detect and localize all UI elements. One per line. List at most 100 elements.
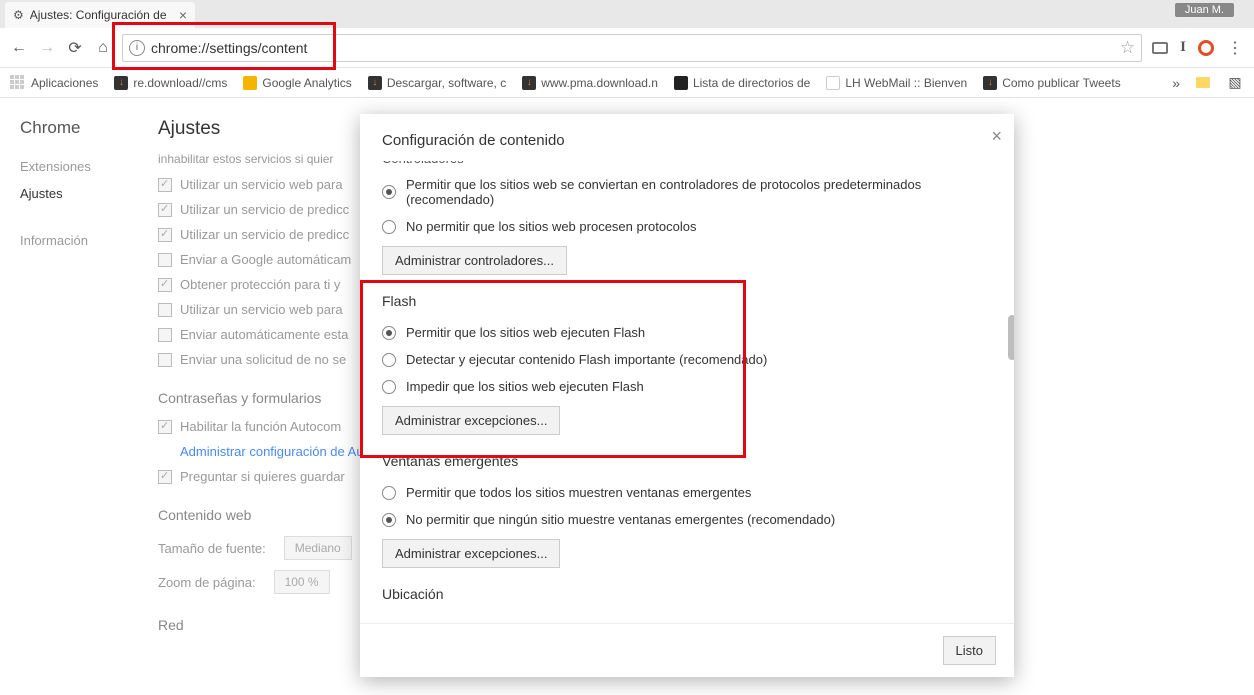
bookmarks-overflow-icon[interactable]: »	[1172, 75, 1180, 91]
brand-title: Chrome	[20, 118, 140, 138]
favicon-icon: ↓	[368, 76, 382, 90]
bookmark-label: Google Analytics	[262, 76, 351, 90]
favicon-icon: ↓	[522, 76, 536, 90]
close-tab-icon[interactable]: ×	[179, 8, 187, 22]
manage-handlers-button[interactable]: Administrar controladores...	[382, 246, 567, 275]
opera-icon[interactable]	[1198, 40, 1214, 56]
bookmark-label: re.download//cms	[133, 76, 227, 90]
gear-icon: ⚙	[13, 8, 24, 22]
sidebar-item-extensions[interactable]: Extensiones	[20, 153, 140, 180]
link-label: Administrar configuración de Aut	[180, 444, 367, 459]
zoom-select[interactable]: 100 %	[274, 570, 330, 594]
toolbar-right: I ⋮	[1152, 39, 1244, 57]
modal-title: Configuración de contenido	[382, 132, 565, 149]
apps-icon	[10, 75, 26, 91]
bookmark-label: Descargar, software, c	[387, 76, 506, 90]
font-label: Tamaño de fuente:	[158, 541, 266, 556]
radio-icon[interactable]	[382, 380, 396, 394]
bookmarks-folder-icon[interactable]	[1196, 77, 1210, 88]
radio-icon[interactable]	[382, 185, 396, 199]
apps-shortcut[interactable]: Aplicaciones	[10, 75, 98, 91]
done-button[interactable]: Listo	[943, 636, 996, 665]
checkbox-icon[interactable]	[158, 228, 172, 242]
radio-label: Permitir que todos los sitios muestren v…	[406, 485, 751, 500]
url-input[interactable]	[151, 40, 1114, 56]
checkbox-icon[interactable]	[158, 253, 172, 267]
bookmark-item[interactable]: LH WebMail :: Bienven	[826, 76, 967, 90]
handlers-allow-option[interactable]: Permitir que los sitios web se convierta…	[382, 171, 992, 213]
address-bar[interactable]: i ☆	[122, 34, 1142, 62]
option-label: Obtener protección para ti y	[180, 277, 340, 292]
browser-tab[interactable]: ⚙ Ajustes: Configuración de ×	[5, 2, 195, 28]
flash-block-option[interactable]: Impedir que los sitios web ejecuten Flas…	[382, 373, 992, 400]
bookmark-item[interactable]: ↓www.pma.download.n	[522, 76, 658, 90]
option-label: Habilitar la función Autocom	[180, 419, 341, 434]
bookmark-item[interactable]: ↓ Descargar, software, c	[368, 76, 506, 90]
bookmark-star-icon[interactable]: ☆	[1120, 38, 1135, 58]
handlers-deny-option[interactable]: No permitir que los sitios web procesen …	[382, 213, 992, 240]
radio-label: Detectar y ejecutar contenido Flash impo…	[406, 352, 767, 367]
checkbox-icon[interactable]	[158, 328, 172, 342]
option-label: Enviar automáticamente esta	[180, 327, 348, 342]
reload-button[interactable]: ⟳	[66, 39, 84, 57]
bookmark-item[interactable]: Lista de directorios de	[674, 76, 810, 90]
radio-icon[interactable]	[382, 513, 396, 527]
radio-icon[interactable]	[382, 326, 396, 340]
toolbar: ← → ⟳ ⌂ i ☆ I ⋮	[0, 28, 1254, 68]
radio-label: No permitir que los sitios web procesen …	[406, 219, 696, 234]
sidebar-item-about[interactable]: Información	[20, 227, 140, 254]
popups-title: Ventanas emergentes	[382, 453, 992, 469]
option-label: Enviar una solicitud de no se	[180, 352, 346, 367]
bookmarks-bar: Aplicaciones ↓re.download//cms Google An…	[0, 68, 1254, 98]
checkbox-icon[interactable]	[158, 353, 172, 367]
back-button[interactable]: ←	[10, 39, 28, 57]
favicon-icon	[243, 76, 257, 90]
checkbox-icon[interactable]	[158, 470, 172, 484]
font-select[interactable]: Mediano	[284, 536, 352, 560]
checkbox-icon[interactable]	[158, 278, 172, 292]
radio-icon[interactable]	[382, 220, 396, 234]
checkbox-icon[interactable]	[158, 303, 172, 317]
option-label: Utilizar un servicio de predicc	[180, 227, 349, 242]
radio-label: Impedir que los sitios web ejecuten Flas…	[406, 379, 644, 394]
home-button[interactable]: ⌂	[94, 39, 112, 57]
site-info-icon[interactable]: i	[129, 40, 145, 56]
sidebar-item-settings[interactable]: Ajustes	[20, 180, 140, 207]
manage-flash-exceptions-button[interactable]: Administrar excepciones...	[382, 406, 560, 435]
scrollbar-thumb[interactable]	[1008, 315, 1014, 360]
popups-allow-option[interactable]: Permitir que todos los sitios muestren v…	[382, 479, 992, 506]
bookmark-item[interactable]: ↓re.download//cms	[114, 76, 227, 90]
apps-label: Aplicaciones	[31, 76, 98, 90]
flash-detect-option[interactable]: Detectar y ejecutar contenido Flash impo…	[382, 346, 992, 373]
settings-sidebar: Chrome Extensiones Ajustes Información	[0, 98, 140, 695]
feed-icon[interactable]: ▧	[1226, 74, 1244, 92]
radio-icon[interactable]	[382, 353, 396, 367]
close-modal-icon[interactable]: ×	[991, 126, 1002, 147]
handlers-title-cut: Controladores	[382, 161, 464, 166]
checkbox-icon[interactable]	[158, 203, 172, 217]
extension-i-icon[interactable]: I	[1180, 39, 1186, 56]
cast-icon[interactable]	[1152, 42, 1168, 54]
content-settings-modal: Configuración de contenido × Controlador…	[360, 114, 1014, 677]
bookmark-item[interactable]: ↓Como publicar Tweets	[983, 76, 1121, 90]
option-label: Utilizar un servicio de predicc	[180, 202, 349, 217]
checkbox-icon[interactable]	[158, 420, 172, 434]
flash-allow-option[interactable]: Permitir que los sitios web ejecuten Fla…	[382, 319, 992, 346]
popups-block-option[interactable]: No permitir que ningún sitio muestre ven…	[382, 506, 992, 533]
zoom-label: Zoom de página:	[158, 575, 256, 590]
profile-badge[interactable]: Juan M.	[1175, 3, 1234, 17]
flash-title: Flash	[382, 293, 992, 309]
manage-popup-exceptions-button[interactable]: Administrar excepciones...	[382, 539, 560, 568]
checkbox-icon[interactable]	[158, 178, 172, 192]
radio-label: No permitir que ningún sitio muestre ven…	[406, 512, 835, 527]
option-label: Preguntar si quieres guardar	[180, 469, 345, 484]
menu-icon[interactable]: ⋮	[1226, 39, 1244, 57]
tab-strip: ⚙ Ajustes: Configuración de × Juan M.	[0, 0, 1254, 28]
modal-footer: Listo	[360, 623, 1014, 677]
bookmark-label: LH WebMail :: Bienven	[845, 76, 967, 90]
radio-icon[interactable]	[382, 486, 396, 500]
radio-label: Permitir que los sitios web se convierta…	[406, 177, 992, 207]
bookmark-item[interactable]: Google Analytics	[243, 76, 351, 90]
forward-button[interactable]: →	[38, 39, 56, 57]
bookmark-label: Lista de directorios de	[693, 76, 810, 90]
